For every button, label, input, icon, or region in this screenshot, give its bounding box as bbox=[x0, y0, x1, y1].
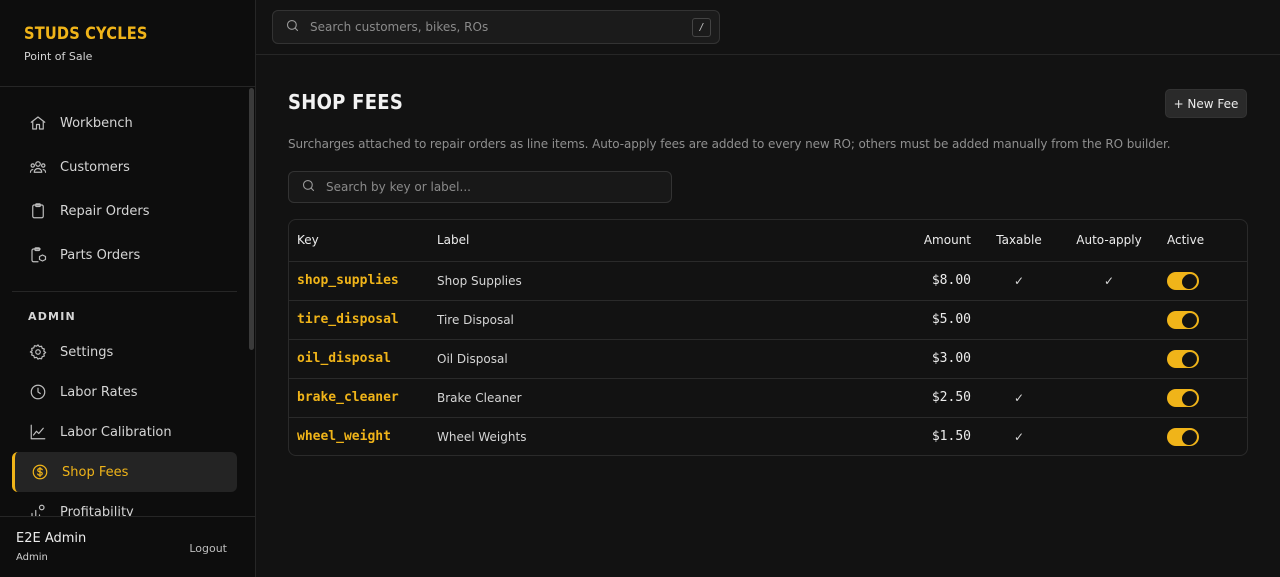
nav-divider bbox=[12, 291, 237, 292]
fee-key[interactable]: oil_disposal bbox=[297, 351, 391, 366]
sidebar-item-customers[interactable]: Customers bbox=[12, 147, 237, 187]
dollar-circle-icon bbox=[30, 462, 50, 482]
home-icon bbox=[28, 113, 48, 133]
column-header-label[interactable]: Label bbox=[429, 220, 889, 262]
sidebar-item-label: Settings bbox=[60, 344, 114, 360]
sidebar-item-labor-rates[interactable]: Labor Rates bbox=[12, 372, 237, 412]
fee-amount: $1.50 bbox=[931, 429, 971, 445]
toggle-knob bbox=[1183, 390, 1197, 405]
admin-section-label: ADMIN bbox=[28, 310, 76, 323]
fee-key[interactable]: tire_disposal bbox=[297, 312, 399, 327]
table-row[interactable]: brake_cleaner Brake Cleaner $2.50 ✓ bbox=[289, 378, 1247, 418]
table-row[interactable]: oil_disposal Oil Disposal $3.00 bbox=[289, 339, 1247, 379]
table-header-row: Key Label Amount Taxable Auto-apply Acti… bbox=[289, 220, 1247, 262]
toggle-knob bbox=[1183, 429, 1197, 444]
table-row[interactable]: shop_supplies Shop Supplies $8.00 ✓ ✓ bbox=[289, 261, 1247, 301]
topbar: / bbox=[256, 0, 1280, 55]
brand-name: STUDS CYCLES bbox=[24, 24, 148, 44]
active-toggle[interactable] bbox=[1167, 427, 1199, 446]
chart-line-icon bbox=[28, 422, 48, 442]
fee-search-input[interactable] bbox=[326, 180, 656, 194]
column-header-taxable[interactable]: Taxable bbox=[979, 220, 1059, 262]
active-toggle[interactable] bbox=[1167, 271, 1199, 290]
brand-divider bbox=[0, 86, 255, 87]
fee-amount: $3.00 bbox=[931, 351, 971, 366]
brand-subtitle: Point of Sale bbox=[24, 50, 93, 63]
sidebar-item-label: Repair Orders bbox=[60, 203, 150, 219]
column-header-key[interactable]: Key bbox=[289, 220, 429, 262]
sidebar-item-label: Customers bbox=[60, 159, 130, 175]
search-shortcut-hint: / bbox=[692, 18, 711, 37]
active-toggle[interactable] bbox=[1167, 310, 1199, 329]
user-role: Admin bbox=[16, 552, 48, 563]
sidebar-scrollbar[interactable] bbox=[249, 88, 254, 350]
fees-table: Key Label Amount Taxable Auto-apply Acti… bbox=[288, 219, 1248, 456]
fee-label: Oil Disposal bbox=[429, 339, 889, 379]
toggle-knob bbox=[1183, 312, 1197, 327]
fee-label: Shop Supplies bbox=[429, 261, 889, 301]
fee-key[interactable]: wheel_weight bbox=[297, 429, 391, 444]
sidebar-item-workbench[interactable]: Workbench bbox=[12, 103, 237, 143]
sidebar-item-repair-orders[interactable]: Repair Orders bbox=[12, 191, 237, 231]
active-toggle[interactable] bbox=[1167, 349, 1199, 368]
global-search[interactable]: / bbox=[272, 10, 720, 44]
user-panel: E2E Admin Admin Logout bbox=[0, 516, 255, 577]
global-search-input[interactable] bbox=[310, 20, 670, 34]
table-row[interactable]: wheel_weight Wheel Weights $1.50 ✓ bbox=[289, 417, 1247, 455]
sidebar-item-label: Shop Fees bbox=[62, 464, 129, 480]
search-icon bbox=[301, 178, 316, 197]
page-description: Surcharges attached to repair orders as … bbox=[288, 137, 1171, 151]
active-toggle[interactable] bbox=[1167, 388, 1199, 407]
users-icon bbox=[28, 157, 48, 177]
sidebar-item-shop-fees[interactable]: Shop Fees bbox=[12, 452, 237, 492]
clipboard-icon bbox=[28, 201, 48, 221]
new-fee-button[interactable]: + New Fee bbox=[1165, 89, 1247, 118]
auto-apply-check-icon: ✓ bbox=[1103, 273, 1115, 288]
sidebar: STUDS CYCLES Point of Sale Workbench Cus… bbox=[0, 0, 256, 577]
fee-amount: $5.00 bbox=[931, 312, 971, 327]
fee-label: Brake Cleaner bbox=[429, 378, 889, 418]
toggle-knob bbox=[1183, 273, 1197, 288]
user-name: E2E Admin bbox=[16, 531, 87, 546]
column-header-active[interactable]: Active bbox=[1159, 220, 1247, 262]
table-row[interactable]: tire_disposal Tire Disposal $5.00 bbox=[289, 300, 1247, 340]
sidebar-item-label: Workbench bbox=[60, 115, 133, 131]
toggle-knob bbox=[1183, 351, 1197, 366]
fee-amount: $8.00 bbox=[931, 273, 971, 288]
fee-label: Tire Disposal bbox=[429, 300, 889, 340]
column-header-amount[interactable]: Amount bbox=[889, 220, 979, 262]
fee-label: Wheel Weights bbox=[437, 429, 527, 444]
sidebar-item-parts-orders[interactable]: Parts Orders bbox=[12, 235, 237, 275]
fee-amount: $2.50 bbox=[931, 390, 971, 405]
logout-button[interactable]: Logout bbox=[189, 542, 227, 555]
taxable-check-icon: ✓ bbox=[1013, 273, 1025, 288]
taxable-check-icon: ✓ bbox=[1013, 390, 1025, 405]
brand: STUDS CYCLES Point of Sale bbox=[24, 24, 168, 63]
sidebar-item-settings[interactable]: Settings bbox=[12, 332, 237, 372]
sidebar-item-labor-calibration[interactable]: Labor Calibration bbox=[12, 412, 237, 452]
page-title: SHOP FEES bbox=[288, 90, 404, 114]
fee-key[interactable]: shop_supplies bbox=[297, 273, 399, 288]
clipboard-box-icon bbox=[28, 245, 48, 265]
column-header-auto-apply[interactable]: Auto-apply bbox=[1059, 220, 1159, 262]
sidebar-item-label: Labor Rates bbox=[60, 384, 138, 400]
sidebar-item-label: Labor Calibration bbox=[60, 424, 172, 440]
search-icon bbox=[285, 18, 300, 37]
gear-icon bbox=[28, 342, 48, 362]
clock-icon bbox=[28, 382, 48, 402]
fee-key[interactable]: brake_cleaner bbox=[297, 390, 399, 405]
sidebar-item-label: Parts Orders bbox=[60, 247, 141, 263]
fee-search[interactable] bbox=[288, 171, 672, 203]
taxable-check-icon: ✓ bbox=[1013, 429, 1025, 444]
